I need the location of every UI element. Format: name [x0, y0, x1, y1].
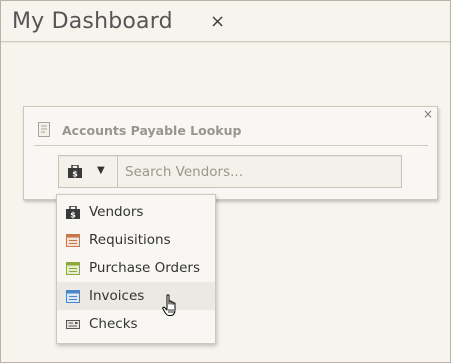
invoices-icon — [66, 290, 80, 303]
svg-text:$: $ — [72, 170, 78, 179]
dashboard-header: My Dashboard × — [1, 1, 450, 42]
checks-icon — [66, 320, 80, 329]
accounts-payable-widget: × Accounts Payable Lookup $ ▼ — [23, 106, 438, 200]
search-category-dropdown[interactable]: $ ▼ — [59, 156, 118, 187]
widget-divider — [34, 145, 428, 146]
menu-item-checks[interactable]: Checks — [57, 310, 215, 338]
document-icon — [38, 122, 50, 137]
close-widget-button[interactable]: × — [423, 108, 433, 120]
search-input[interactable] — [117, 156, 397, 187]
hand-cursor-icon — [162, 294, 176, 316]
widget-title: Accounts Payable Lookup — [62, 123, 242, 138]
menu-item-vendors[interactable]: $ Vendors — [57, 198, 215, 226]
vendor-search-box: $ ▼ — [58, 155, 402, 188]
close-dashboard-button[interactable]: × — [210, 13, 225, 31]
chevron-down-icon: ▼ — [97, 165, 105, 176]
menu-item-requisitions[interactable]: Requisitions — [57, 226, 215, 254]
menu-item-label: Purchase Orders — [89, 260, 200, 276]
search-category-menu: $ Vendors Requisitions Purchase Orders I… — [56, 194, 216, 344]
purchase-orders-icon — [66, 262, 80, 275]
menu-item-label: Invoices — [89, 288, 145, 304]
requisitions-icon — [66, 234, 80, 247]
money-bag-icon: $ — [66, 206, 80, 219]
svg-text:$: $ — [70, 211, 76, 220]
menu-item-purchase-orders[interactable]: Purchase Orders — [57, 254, 215, 282]
page-title: My Dashboard — [12, 9, 173, 34]
menu-item-label: Requisitions — [89, 232, 171, 248]
menu-item-invoices[interactable]: Invoices — [57, 282, 215, 310]
money-bag-icon: $ — [68, 165, 82, 178]
menu-item-label: Checks — [89, 316, 138, 332]
menu-item-label: Vendors — [89, 204, 144, 220]
